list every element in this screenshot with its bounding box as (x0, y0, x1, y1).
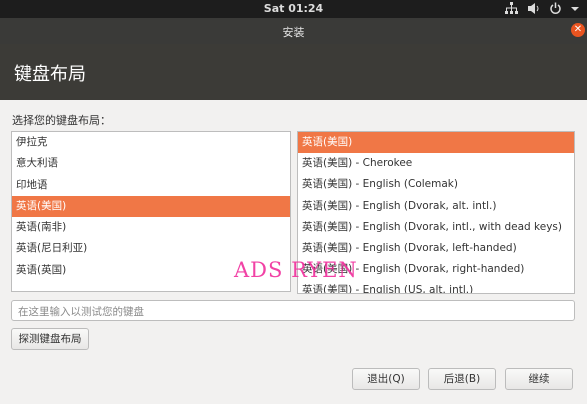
close-icon[interactable]: ✕ (571, 23, 585, 37)
installer-window: 安装 ✕ 键盘布局 选择您的键盘布局： 伊拉克 意大利语 印地语 英语(美国) … (0, 18, 587, 404)
list-item[interactable]: 伊拉克 (12, 132, 290, 153)
list-item[interactable]: 英语(美国) - English (US, alt. intl.) (298, 280, 574, 293)
list-item[interactable]: 英语(美国) - English (Dvorak, left-handed) (298, 238, 574, 259)
clock[interactable]: Sat 01:24 (0, 2, 587, 15)
list-item[interactable]: 英语(尼日利亚) (12, 238, 290, 259)
top-panel: Sat 01:24 (0, 0, 587, 18)
window-title: 安装 (282, 26, 305, 39)
power-icon[interactable] (549, 2, 562, 15)
list-item-selected[interactable]: 英语(美国) (12, 195, 290, 218)
list-item[interactable]: 英语(美国) - English (Dvorak, alt. intl.) (298, 196, 574, 217)
volume-icon[interactable] (527, 2, 540, 15)
list-item[interactable]: 英语(美国) - English (Colemak) (298, 174, 574, 195)
page-title: 键盘布局 (14, 64, 86, 85)
list-item[interactable]: 意大利语 (12, 153, 290, 174)
list-item-selected[interactable]: 英语(美国) (298, 132, 574, 154)
list-item[interactable]: 英语(南非) (12, 217, 290, 238)
quit-button[interactable]: 退出(Q) (352, 368, 420, 390)
keyboard-test-input[interactable]: 在这里输入以测试您的键盘 (11, 300, 575, 321)
chevron-down-icon[interactable] (571, 2, 579, 15)
layout-prompt: 选择您的键盘布局： (12, 114, 111, 127)
list-item[interactable]: 英语(美国) - English (Dvorak, intl., with de… (298, 217, 574, 238)
main-content: 选择您的键盘布局： 伊拉克 意大利语 印地语 英语(美国) 英语(南非) 英语(… (0, 100, 587, 404)
back-button[interactable]: 后退(B) (428, 368, 496, 390)
list-item[interactable]: 英语(美国) - Cherokee (298, 153, 574, 174)
continue-button[interactable]: 继续 (505, 368, 573, 390)
system-tray (505, 2, 579, 15)
network-icon[interactable] (505, 2, 518, 15)
window-titlebar[interactable]: 安装 ✕ (0, 18, 587, 44)
page-header: 键盘布局 (0, 44, 587, 100)
list-item[interactable]: 印地语 (12, 175, 290, 196)
watermark: ADS RYEN (234, 258, 358, 282)
detect-layout-button[interactable]: 探测键盘布局 (11, 328, 89, 350)
